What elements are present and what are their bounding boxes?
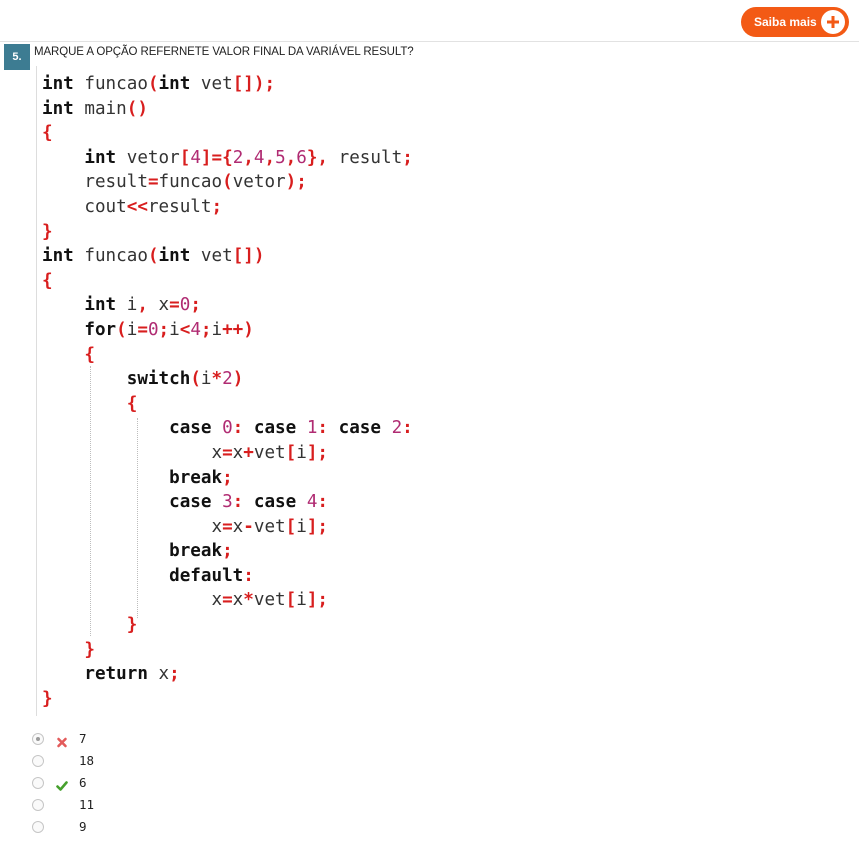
top-bar: Saiba mais [0,0,859,42]
answer-options: 7 18 6 11 9 [32,730,192,840]
code-line: break; [169,541,233,562]
code-line: { [126,393,138,414]
option-label: 9 [79,819,87,834]
code-line: x=x-vet[i]; [42,516,329,537]
answer-option[interactable]: 6 [32,774,192,796]
answer-option[interactable]: 9 [32,818,192,840]
code-line: int vetor[4]={2,4,5,6}, result; [84,147,413,168]
code-line: default: [169,565,254,586]
code-line: result=funcao(vetor); [42,172,307,193]
question-number-badge: 5. [4,44,30,70]
code-line: switch(i*2) [126,369,244,390]
code-line: int funcao(int vet[]); [42,74,276,94]
plus-circle-icon [821,10,845,34]
code-line: for(i=0;i<4;i++) [84,319,254,340]
question-text: MARQUE A OPÇÃO REFERNETE VALOR FINAL DA … [34,46,414,58]
code-line: x=x*vet[i]; [42,590,329,611]
radio-button[interactable] [32,777,44,789]
code-line: } [126,615,138,636]
code-line: } [42,688,53,709]
code-block: int funcao(int vet[]); int main() { int … [42,72,413,711]
wrong-x-icon [56,733,68,748]
code-line: int funcao(int vet[]) [42,246,265,267]
option-label: 6 [79,775,87,790]
code-line: break; [169,467,233,488]
radio-button[interactable] [32,799,44,811]
answer-option[interactable]: 7 [32,730,192,752]
code-line: cout<<result; [42,196,223,217]
code-line: case 3: case 4: [169,492,329,513]
correct-check-icon [56,777,68,791]
code-line: { [42,270,53,291]
code-line: int main() [42,98,148,119]
option-label: 7 [79,731,87,746]
answer-option[interactable]: 11 [32,796,192,818]
code-line: x=x+vet[i]; [42,442,329,463]
saiba-mais-label: Saiba mais [754,15,817,29]
code-line: case 0: case 1: case 2: [169,418,413,439]
code-line: } [84,639,95,660]
answer-option[interactable]: 18 [32,752,192,774]
option-label: 18 [79,753,95,768]
code-line: } [42,221,53,242]
saiba-mais-button[interactable]: Saiba mais [741,7,849,37]
option-label: 11 [79,797,95,812]
code-line: return x; [84,664,180,685]
radio-button[interactable] [32,755,44,767]
code-line: { [42,123,53,144]
radio-button[interactable] [32,733,44,745]
code-line: int i, x=0; [84,295,201,316]
code-line: { [84,344,95,365]
radio-button[interactable] [32,821,44,833]
